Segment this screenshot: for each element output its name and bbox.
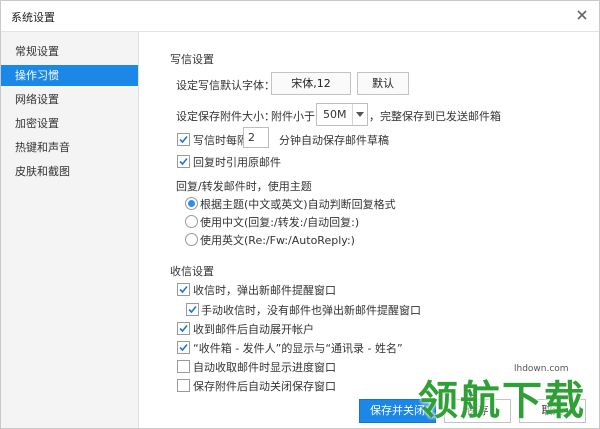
- settings-window: 系统设置 常规设置 操作习惯 网络设置 加密设置 热键和声音 皮肤和截图 写信设…: [0, 0, 600, 429]
- auto-close-save-checkbox[interactable]: [177, 379, 190, 392]
- expand-account-label: 收到邮件后自动展开帐户: [193, 323, 314, 336]
- quote-original-checkbox[interactable]: [177, 155, 190, 168]
- autosave-minutes-input[interactable]: 2: [243, 127, 269, 148]
- quote-original-label: 回复时引用原邮件: [193, 156, 281, 169]
- subject-chinese-label: 使用中文(回复:/转发:/自动回复:): [200, 216, 360, 229]
- dropdown-arrow: [352, 104, 367, 125]
- attach-suffix: ，完整保存到已发送邮件箱: [369, 110, 501, 123]
- default-font-button[interactable]: 默认: [357, 72, 409, 95]
- attach-size-value: 50M: [323, 108, 347, 121]
- sidebar-item-network[interactable]: 网络设置: [1, 89, 138, 110]
- checkmark-icon: [179, 285, 188, 294]
- checkmark-icon: [179, 135, 188, 144]
- sidebar-item-encryption[interactable]: 加密设置: [1, 113, 138, 134]
- save-button[interactable]: 保存: [444, 399, 511, 423]
- receive-section-title: 收信设置: [170, 265, 214, 278]
- auto-receive-progress-checkbox[interactable]: [177, 360, 190, 373]
- subject-english-label: 使用英文(Re:/Fw:/AutoReply:): [200, 234, 355, 247]
- checkmark-icon: [188, 305, 197, 314]
- sidebar-item-general[interactable]: 常规设置: [1, 41, 138, 62]
- sidebar: 常规设置 操作习惯 网络设置 加密设置 热键和声音 皮肤和截图: [1, 32, 139, 428]
- attach-label: 设定保存附件大小：: [176, 110, 275, 123]
- title-bar: 系统设置: [1, 1, 599, 32]
- radio-selected-dot: [188, 200, 195, 207]
- close-button[interactable]: [573, 6, 591, 24]
- save-and-close-button[interactable]: 保存并关闭: [359, 399, 436, 423]
- chevron-down-icon: [356, 112, 364, 117]
- font-picker-button[interactable]: 宋体,12: [271, 72, 351, 95]
- autosave-suffix: 分钟自动保存邮件草稿: [279, 134, 389, 147]
- popup-new-mail-label: 收信时，弹出新邮件提醒窗口: [193, 284, 336, 297]
- auto-receive-progress-label: 自动收取邮件时显示进度窗口: [193, 361, 336, 374]
- manual-popup-checkbox[interactable]: [186, 303, 199, 316]
- autosave-label: 写信时每隔: [193, 134, 248, 147]
- auto-close-save-label: 保存附件后自动关闭保存窗口: [193, 380, 336, 393]
- window-title: 系统设置: [11, 11, 55, 24]
- autosave-checkbox[interactable]: [177, 133, 190, 146]
- expand-account-checkbox[interactable]: [177, 322, 190, 335]
- cancel-button[interactable]: 取消: [519, 399, 586, 423]
- attach-size-select[interactable]: 50M: [316, 103, 368, 126]
- subject-english-radio[interactable]: [185, 233, 198, 246]
- sidebar-item-operation-habits[interactable]: 操作习惯: [1, 65, 138, 86]
- subject-auto-radio[interactable]: [185, 197, 198, 210]
- manual-popup-label: 手动收信时，没有邮件也弹出新邮件提醒窗口: [201, 304, 421, 317]
- checkmark-icon: [179, 157, 188, 166]
- sidebar-item-hotkeys-sound[interactable]: 热键和声音: [1, 137, 138, 158]
- sender-display-checkbox[interactable]: [177, 341, 190, 354]
- compose-section-title: 写信设置: [170, 53, 214, 66]
- close-icon: [577, 10, 587, 20]
- font-label: 设定写信默认字体：: [176, 79, 275, 92]
- attach-prefix: 附件小于: [271, 110, 315, 123]
- sidebar-item-skin-screenshot[interactable]: 皮肤和截图: [1, 161, 138, 182]
- checkmark-icon: [179, 343, 188, 352]
- subject-format-label: 回复/转发邮件时，使用主题: [176, 180, 312, 193]
- subject-auto-label: 根据主题(中文或英文)自动判断回复格式: [200, 198, 396, 211]
- checkmark-icon: [179, 324, 188, 333]
- popup-new-mail-checkbox[interactable]: [177, 283, 190, 296]
- sender-display-label: “收件箱 - 发件人”的显示与“通讯录 - 姓名”: [193, 342, 403, 355]
- subject-chinese-radio[interactable]: [185, 215, 198, 228]
- settings-panel: 写信设置 设定写信默认字体： 宋体,12 默认 设定保存附件大小： 附件小于 5…: [138, 32, 599, 428]
